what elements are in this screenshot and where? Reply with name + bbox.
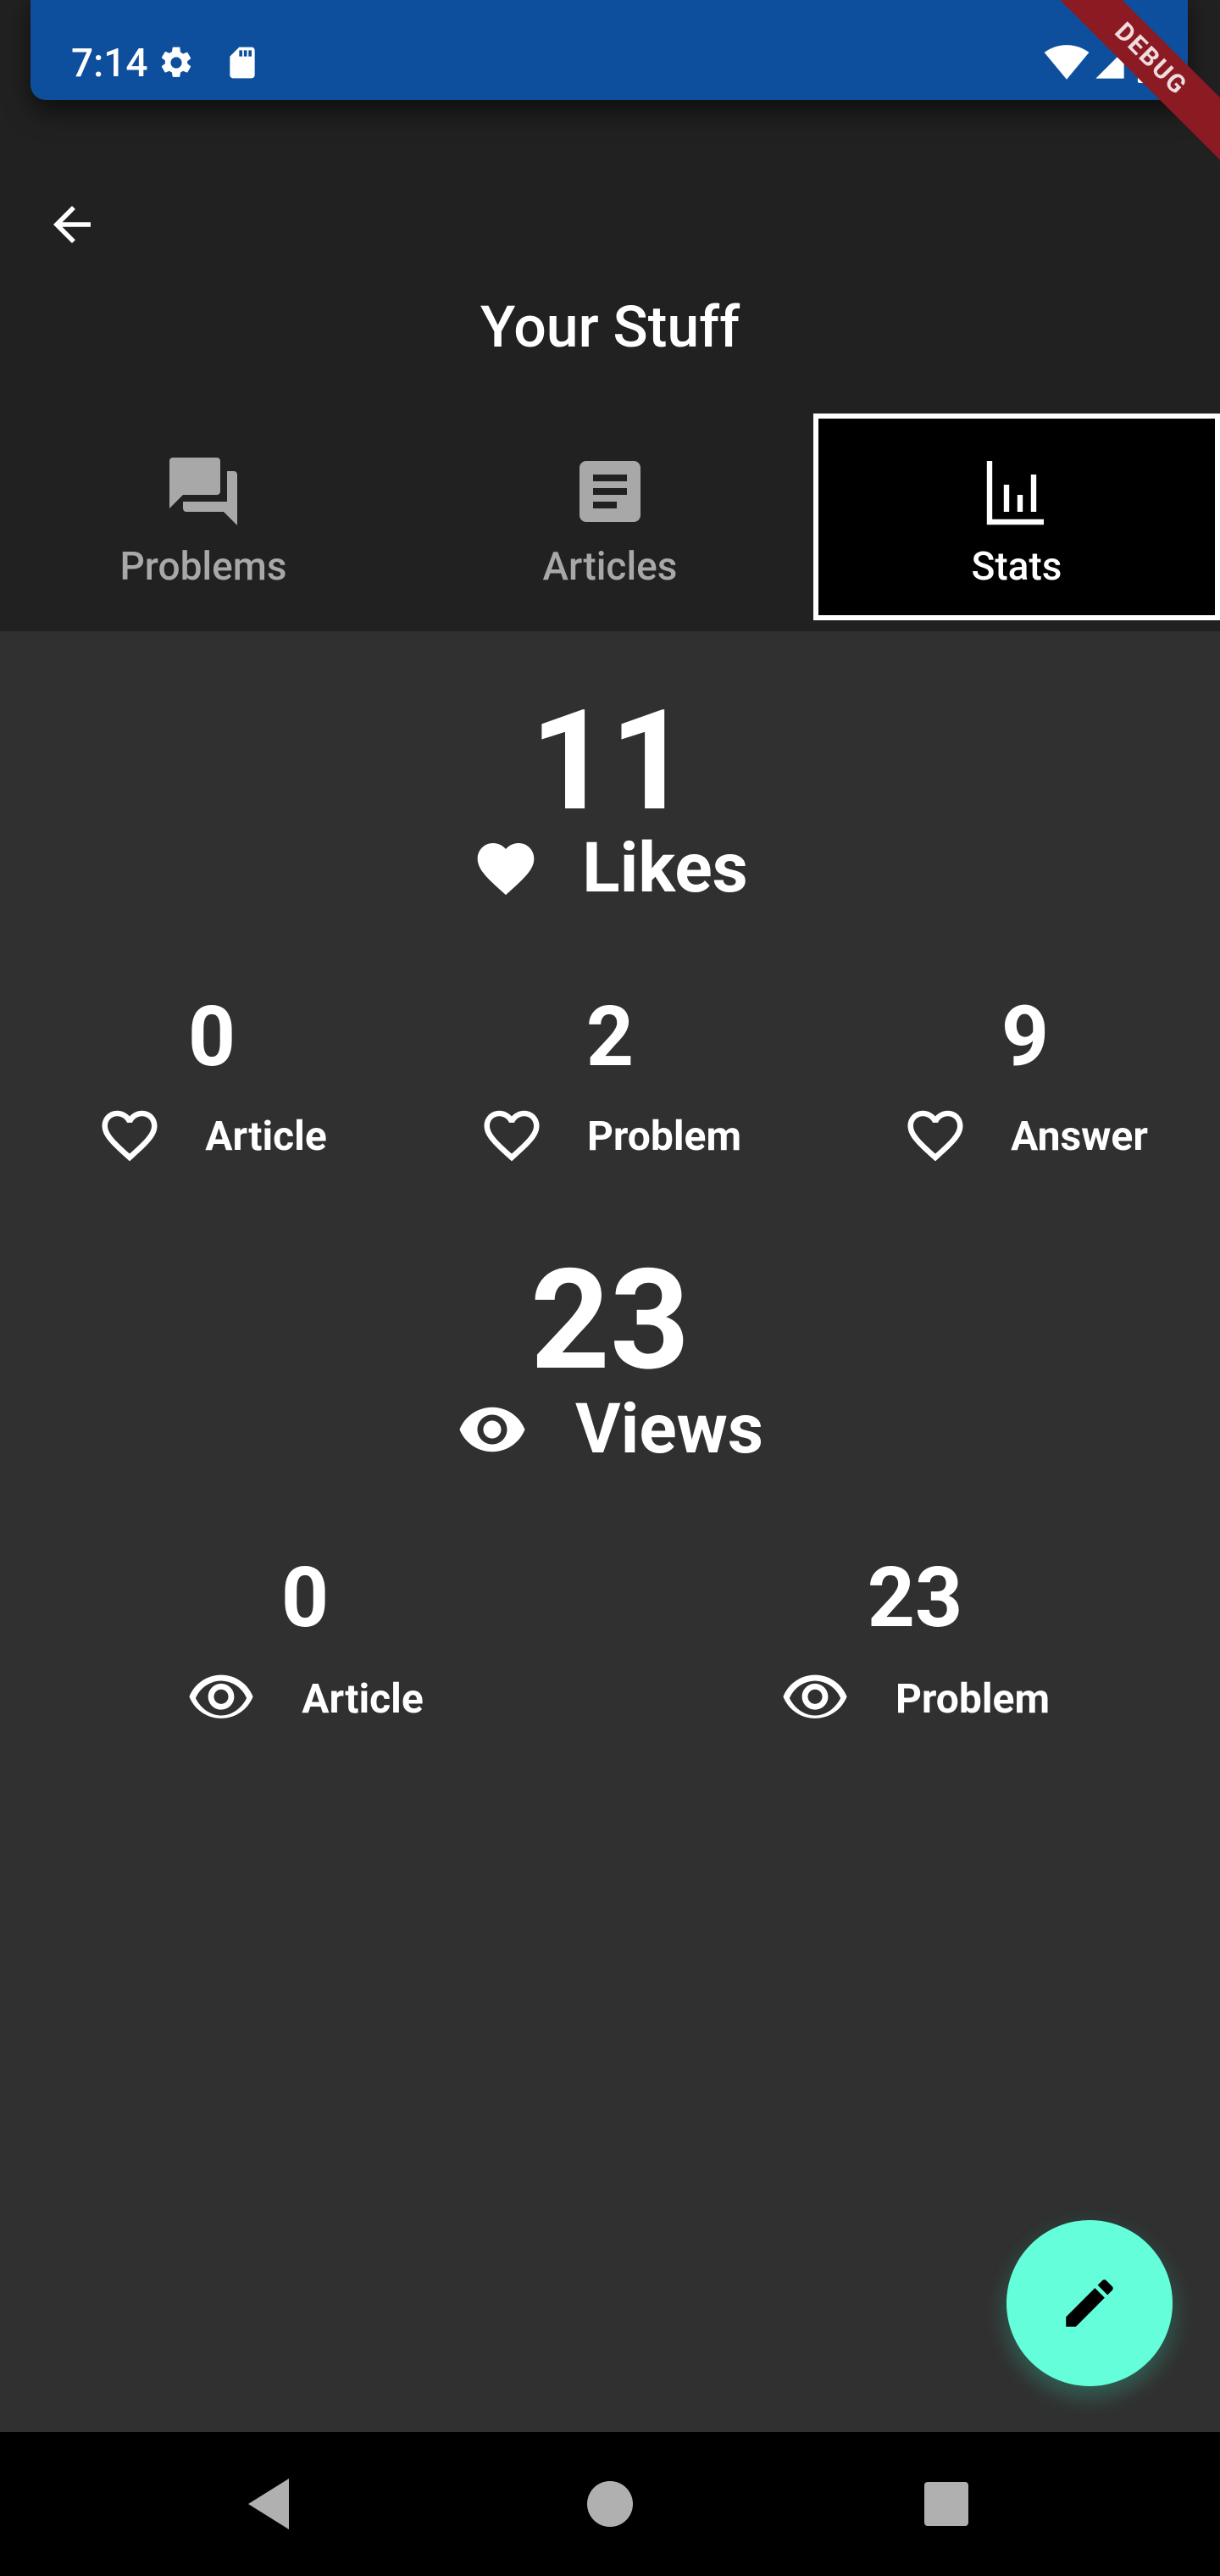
tab-label: Problems xyxy=(119,544,287,590)
circle-home-icon xyxy=(587,2481,633,2527)
forum-icon xyxy=(169,458,237,525)
status-time: 7:14 xyxy=(71,41,148,86)
stat-value: 9 xyxy=(1001,988,1050,1085)
tab-articles[interactable]: Articles xyxy=(407,414,813,620)
stat-value: 0 xyxy=(280,1549,330,1646)
nav-recents-button[interactable] xyxy=(908,2466,984,2542)
heart-outline-icon xyxy=(484,1110,540,1162)
stat-value: 23 xyxy=(867,1549,963,1646)
status-panel: 7:14 xyxy=(30,0,1188,100)
views-problem-stat: 23 Problem xyxy=(762,1557,1068,1733)
wifi-icon xyxy=(1044,45,1090,80)
square-recents-icon xyxy=(924,2482,968,2526)
edit-icon xyxy=(1066,2279,1113,2327)
tab-label: Stats xyxy=(971,544,1062,590)
likes-label: Likes xyxy=(582,828,748,909)
likes-answer-stat: 9 Answer xyxy=(881,996,1169,1169)
page-title: Your Stuff xyxy=(480,293,740,361)
tab-problems[interactable]: Problems xyxy=(0,414,407,620)
likes-problem-stat: 2 Problem xyxy=(466,996,754,1169)
stat-label: Answer xyxy=(1011,1111,1148,1160)
app-bar: Your Stuff Problems Articles Stats xyxy=(0,144,1220,631)
stats-screen: 7:14 DEBUG Your Stuff Problems Articles … xyxy=(0,0,1220,2576)
heart-outline-icon xyxy=(102,1110,158,1162)
stats-content: 11 Likes 0 Article 2 Problem 9 Answer 23… xyxy=(0,631,1220,2432)
arrow-back-icon xyxy=(53,206,91,243)
stat-label: Problem xyxy=(895,1674,1051,1723)
likes-article-stat: 0 Article xyxy=(76,996,347,1169)
likes-total: 11 xyxy=(530,680,690,843)
tab-stats[interactable]: Stats xyxy=(813,414,1220,620)
back-button[interactable] xyxy=(34,186,110,263)
views-label-row: Views xyxy=(0,1389,1220,1470)
stat-value: 2 xyxy=(585,988,635,1085)
bar-chart-icon xyxy=(986,461,1044,525)
stat-label: Problem xyxy=(586,1111,742,1160)
eye-filled-icon xyxy=(459,1407,525,1452)
tab-label: Articles xyxy=(542,544,678,590)
heart-outline-icon xyxy=(907,1110,963,1162)
system-nav-bar xyxy=(0,2432,1220,2576)
stat-label: Article xyxy=(205,1111,327,1160)
views-article-stat: 0 Article xyxy=(169,1557,441,1733)
edit-fab[interactable] xyxy=(1006,2220,1173,2386)
settings-icon xyxy=(161,47,191,77)
eye-outline-icon xyxy=(189,1674,253,1718)
stat-label: Article xyxy=(302,1674,424,1723)
heart-filled-icon xyxy=(477,843,535,896)
nav-back-button[interactable] xyxy=(230,2466,307,2542)
article-icon xyxy=(580,461,640,522)
triangle-back-icon xyxy=(248,2479,289,2529)
status-bar: 7:14 DEBUG xyxy=(0,0,1220,165)
eye-outline-icon xyxy=(783,1674,847,1718)
views-label: Views xyxy=(575,1389,763,1470)
views-total: 23 xyxy=(530,1240,690,1402)
likes-label-row: Likes xyxy=(0,828,1220,909)
stat-value: 0 xyxy=(187,988,236,1085)
nav-home-button[interactable] xyxy=(572,2466,648,2542)
sd-card-icon xyxy=(230,47,255,79)
